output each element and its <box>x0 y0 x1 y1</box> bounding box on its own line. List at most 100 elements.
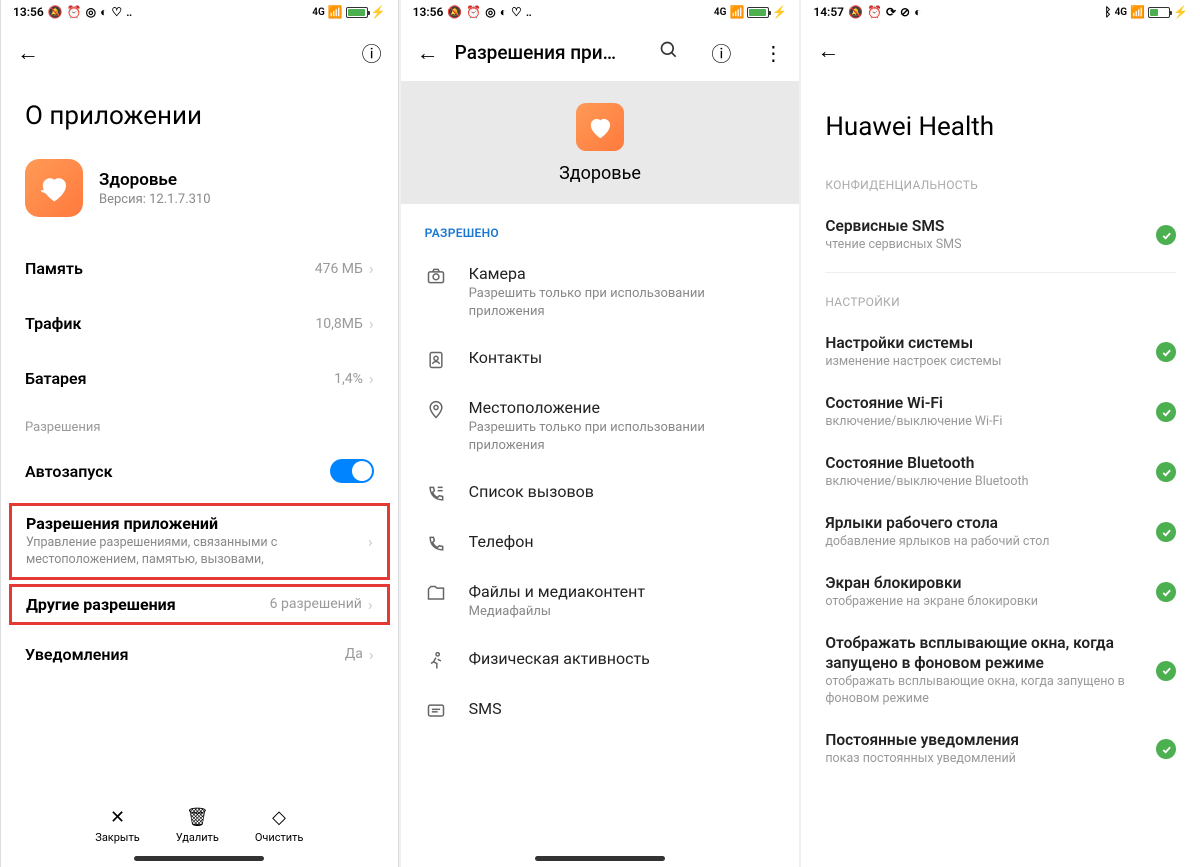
permission-sub: Разрешить только при использовании прило… <box>469 419 776 454</box>
setting-row[interactable]: Сервисные SMSчтение сервисных SMS <box>801 206 1200 266</box>
permission-row-sms[interactable]: SMS <box>401 685 800 735</box>
setting-row[interactable]: Состояние Bluetoothвключение/выключение … <box>801 443 1200 503</box>
header: ← <box>801 24 1200 78</box>
charging-icon: ⚡ <box>772 6 787 18</box>
setting-sub: изменение настроек системы <box>825 354 1144 371</box>
location-icon <box>425 400 447 420</box>
other-permissions-value: 6 разрешений <box>270 596 362 612</box>
row-battery[interactable]: Батарея 1,4% › <box>1 351 398 406</box>
sms-icon <box>425 701 447 721</box>
search-button[interactable] <box>659 40 679 65</box>
permission-row-camera[interactable]: КамераРазрешить только при использовании… <box>401 250 800 334</box>
app-permissions-title: Разрешения приложений <box>26 514 368 533</box>
mute-icon: 🔕 <box>447 6 462 18</box>
sync-icon: ⟳ <box>886 6 896 18</box>
setting-sub: отображать всплывающие окна, когда запущ… <box>825 674 1144 708</box>
permission-title: Файлы и медиаконтент <box>469 582 776 601</box>
clear-button[interactable]: ◇Очистить <box>255 807 304 844</box>
eraser-icon: ◇ <box>272 807 286 828</box>
setting-title: Ярлыки рабочего стола <box>825 513 1144 533</box>
signal-icon: 📶 <box>729 6 744 18</box>
row-traffic[interactable]: Трафик 10,8МБ › <box>1 296 398 351</box>
permission-row-phone[interactable]: Телефон <box>401 518 800 568</box>
header-title: Разрешения при… <box>455 41 628 64</box>
permission-row-calllog[interactable]: Список вызовов <box>401 468 800 518</box>
setting-title: Состояние Bluetooth <box>825 453 1144 473</box>
setting-row[interactable]: Постоянные уведомленияпоказ постоянных у… <box>801 720 1200 780</box>
setting-row[interactable]: Настройки системыизменение настроек сист… <box>801 323 1200 383</box>
chevron-icon: › <box>368 532 373 551</box>
signal-icon: 📶 <box>328 6 343 18</box>
close-button[interactable]: ✕Закрыть <box>95 807 139 844</box>
app-icon-1: ◎ <box>86 6 96 18</box>
block-icon: ⊘ <box>900 6 910 18</box>
nav-pill[interactable] <box>134 856 264 861</box>
row-autostart[interactable]: Автозапуск <box>1 441 398 501</box>
setting-sub: отображение на экране блокировки <box>825 594 1144 611</box>
permission-row-files[interactable]: Файлы и медиаконтентМедиафайлы <box>401 568 800 635</box>
help-button[interactable]: ⓘ <box>711 38 731 67</box>
more-icon: ‥ <box>126 6 132 18</box>
battery-icon <box>1148 7 1170 18</box>
app-name: Здоровье <box>559 163 641 184</box>
permission-row-contacts[interactable]: Контакты <box>401 334 800 384</box>
info-button[interactable]: ⓘ <box>362 38 382 67</box>
header: ← Разрешения при… ⓘ ⋮ <box>401 24 800 81</box>
autostart-label: Автозапуск <box>25 462 330 481</box>
memory-value: 476 МБ <box>315 261 363 277</box>
setting-sub: добавление ярлыков на рабочий стол <box>825 534 1144 551</box>
setting-title: Экран блокировки <box>825 573 1144 593</box>
permissions-section-label: Разрешения <box>1 406 398 441</box>
nav-pill[interactable] <box>535 856 665 861</box>
setting-row[interactable]: Состояние Wi-Fiвключение/выключение Wi-F… <box>801 383 1200 443</box>
more-icon: ‥ <box>526 6 532 18</box>
app-icon <box>25 159 83 217</box>
app-banner: Здоровье <box>401 81 800 204</box>
row-memory[interactable]: Память 476 МБ › <box>1 241 398 296</box>
heart-icon: ♡ <box>111 6 122 18</box>
memory-label: Память <box>25 259 315 278</box>
delete-button[interactable]: 🗑Удалить <box>176 807 219 844</box>
alarm-icon: ⏰ <box>67 6 82 18</box>
app-icon <box>576 103 624 151</box>
back-button[interactable]: ← <box>417 40 439 66</box>
settings-section-label: НАСТРОЙКИ <box>801 289 1200 323</box>
app-icon-1: ◎ <box>485 6 495 18</box>
traffic-value: 10,8МБ <box>315 316 362 332</box>
back-button[interactable]: ← <box>817 38 839 64</box>
check-icon <box>1156 522 1176 542</box>
trash-icon: 🗑 <box>186 807 209 828</box>
permission-title: Список вызовов <box>469 482 776 501</box>
permission-title: Местоположение <box>469 398 776 417</box>
other-permissions-title: Другие разрешения <box>26 595 270 614</box>
network-label: 4G <box>312 7 325 18</box>
menu-button[interactable]: ⋮ <box>763 41 783 65</box>
setting-row[interactable]: Экран блокировкиотображение на экране бл… <box>801 563 1200 623</box>
alarm-icon: ⏰ <box>867 6 882 18</box>
row-notifications[interactable]: Уведомления Да › <box>1 627 398 682</box>
close-icon: ✕ <box>110 807 125 828</box>
row-other-permissions[interactable]: Другие разрешения 6 разрешений › <box>9 584 390 625</box>
permission-row-location[interactable]: Местоположение Разрешить только при испол… <box>401 384 800 468</box>
setting-row[interactable]: Ярлыки рабочего столадобавление ярлыков … <box>801 503 1200 563</box>
mute-icon: 🔕 <box>48 6 63 18</box>
alarm-icon: ⏰ <box>466 6 481 18</box>
setting-sub: чтение сервисных SMS <box>825 237 1144 254</box>
charging-icon: ⚡ <box>371 6 386 18</box>
permission-row-activity[interactable]: Физическая активность <box>401 635 800 685</box>
signal-icon: 📶 <box>1130 6 1145 18</box>
permission-title: SMS <box>469 699 776 718</box>
back-button[interactable]: ← <box>17 40 39 66</box>
battery-icon <box>346 7 368 18</box>
setting-row[interactable]: Отображать всплывающие окна, когда запущ… <box>801 623 1200 720</box>
autostart-toggle[interactable] <box>330 459 374 483</box>
row-app-permissions[interactable]: Разрешения приложений Управление разреше… <box>9 503 390 580</box>
phone-icon <box>425 534 447 554</box>
status-time: 13:56 <box>413 5 444 19</box>
setting-title: Сервисные SMS <box>825 216 1144 236</box>
privacy-section-label: КОНФИДЕНЦИАЛЬНОСТЬ <box>801 172 1200 206</box>
app-header: Здоровье Версия: 12.1.7.310 <box>1 159 398 241</box>
charging-icon: ⚡ <box>1173 6 1188 18</box>
permission-title: Контакты <box>469 348 776 367</box>
calllog-icon <box>425 484 447 504</box>
